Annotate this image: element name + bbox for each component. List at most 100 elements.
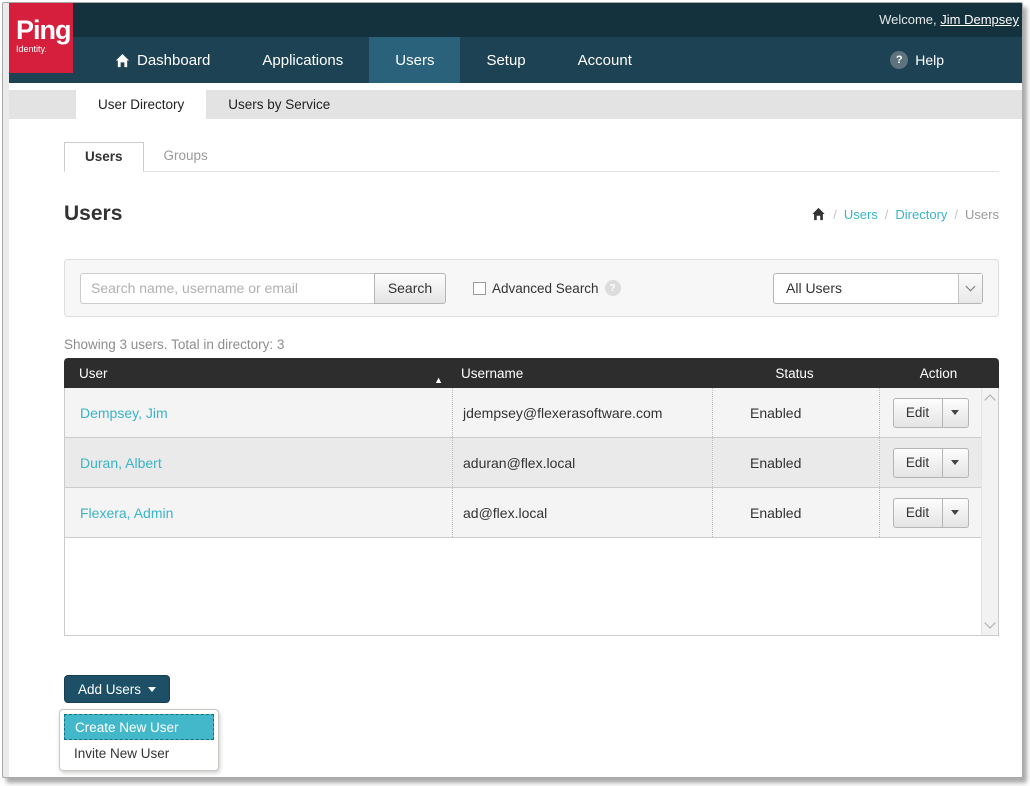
- users-table: User ▲ Username Status Action Dempsey, J…: [64, 358, 999, 636]
- table-row: Duran, Albert aduran@flex.local Enabled …: [65, 438, 981, 488]
- username-cell: aduran@flex.local: [452, 438, 712, 487]
- caret-down-icon: [951, 460, 959, 465]
- edit-button[interactable]: Edit: [893, 448, 943, 478]
- search-group: Search: [80, 273, 446, 304]
- advanced-search-checkbox[interactable]: [473, 282, 486, 295]
- help-question-icon: ?: [890, 51, 908, 69]
- subtab-users-by-service[interactable]: Users by Service: [206, 90, 352, 119]
- caret-down-icon: [148, 687, 156, 692]
- edit-button[interactable]: Edit: [893, 398, 943, 428]
- edit-dropdown-button[interactable]: [943, 448, 969, 478]
- column-header-status[interactable]: Status: [711, 366, 878, 381]
- nav-label: Applications: [262, 52, 343, 69]
- user-filter-select[interactable]: All Users: [773, 273, 983, 304]
- add-users-label: Add Users: [78, 682, 141, 697]
- column-header-action: Action: [878, 366, 999, 381]
- breadcrumb-current: Users: [965, 207, 999, 222]
- logo-brand-text: Ping: [16, 17, 73, 44]
- user-cell: Dempsey, Jim: [65, 388, 452, 437]
- table-scrollbar[interactable]: [981, 388, 998, 635]
- directory-tabs: Users Groups: [64, 142, 999, 172]
- username-cell: ad@flex.local: [452, 488, 712, 537]
- breadcrumb-separator: /: [954, 207, 958, 222]
- current-user-link[interactable]: Jim Dempsey: [940, 12, 1019, 27]
- nav-label: Setup: [486, 52, 525, 69]
- edit-split-button: Edit: [893, 498, 969, 528]
- breadcrumb-home-icon[interactable]: [811, 207, 826, 221]
- app-window: Welcome, Jim Dempsey Ping Identity. Dash…: [2, 2, 1023, 778]
- sort-ascending-icon[interactable]: ▲: [434, 375, 443, 385]
- select-arrow-box: [958, 274, 982, 303]
- breadcrumb-separator: /: [885, 207, 889, 222]
- status-cell: Enabled: [712, 488, 879, 537]
- breadcrumb: / Users / Directory / Users: [811, 207, 999, 222]
- status-cell: Enabled: [712, 438, 879, 487]
- table-row: Dempsey, Jim jdempsey@flexerasoftware.co…: [65, 388, 981, 438]
- action-cell: Edit: [879, 438, 981, 487]
- nav-label: Users: [395, 52, 434, 69]
- home-icon: [115, 53, 130, 68]
- edit-split-button: Edit: [893, 398, 969, 428]
- search-input[interactable]: [80, 273, 374, 304]
- add-users-button[interactable]: Add Users: [64, 675, 170, 703]
- advanced-search: Advanced Search ?: [473, 280, 621, 296]
- edit-dropdown-button[interactable]: [943, 398, 969, 428]
- action-cell: Edit: [879, 488, 981, 537]
- username-cell: jdempsey@flexerasoftware.com: [452, 388, 712, 437]
- menu-item-create-new-user[interactable]: Create New User: [64, 714, 214, 740]
- nav-label: Account: [578, 52, 632, 69]
- column-header-user[interactable]: User ▲: [64, 366, 451, 381]
- ping-identity-logo[interactable]: Ping Identity.: [9, 3, 73, 73]
- caret-down-icon: [951, 410, 959, 415]
- user-name-link[interactable]: Duran, Albert: [80, 455, 162, 471]
- tab-groups[interactable]: Groups: [144, 142, 228, 172]
- user-name-link[interactable]: Flexera, Admin: [80, 505, 173, 521]
- search-button[interactable]: Search: [374, 273, 446, 304]
- user-name-link[interactable]: Dempsey, Jim: [80, 405, 168, 421]
- table-body: Dempsey, Jim jdempsey@flexerasoftware.co…: [64, 388, 999, 636]
- top-bar: Welcome, Jim Dempsey: [9, 3, 1022, 37]
- advanced-search-label: Advanced Search: [492, 281, 599, 296]
- subtab-label: User Directory: [98, 97, 184, 112]
- column-header-username[interactable]: Username: [451, 366, 711, 381]
- sub-nav: User Directory Users by Service: [9, 90, 1022, 119]
- menu-item-invite-new-user[interactable]: Invite New User: [64, 740, 214, 766]
- nav-item-account[interactable]: Account: [552, 37, 658, 83]
- title-row: Users / Users / Directory / Users: [64, 202, 999, 226]
- search-panel: Search Advanced Search ? All Users: [64, 259, 999, 317]
- caret-down-icon: [951, 510, 959, 515]
- user-cell: Flexera, Admin: [65, 488, 452, 537]
- add-users-menu: Create New User Invite New User: [59, 709, 219, 771]
- edit-dropdown-button[interactable]: [943, 498, 969, 528]
- logo-sub-text: Identity.: [16, 45, 73, 54]
- table-row: Flexera, Admin ad@flex.local Enabled Edi…: [65, 488, 981, 538]
- nav-item-users[interactable]: Users: [369, 37, 460, 83]
- subtab-label: Users by Service: [228, 97, 330, 112]
- advanced-search-help-icon[interactable]: ?: [605, 280, 621, 296]
- edit-button[interactable]: Edit: [893, 498, 943, 528]
- subtab-user-directory[interactable]: User Directory: [76, 90, 206, 119]
- nav-item-setup[interactable]: Setup: [460, 37, 551, 83]
- breadcrumb-separator: /: [833, 207, 837, 222]
- table-rows: Dempsey, Jim jdempsey@flexerasoftware.co…: [65, 388, 981, 538]
- edit-split-button: Edit: [893, 448, 969, 478]
- scroll-down-icon[interactable]: [984, 617, 995, 628]
- help-label: Help: [915, 52, 944, 68]
- breadcrumb-link-users[interactable]: Users: [844, 207, 878, 222]
- welcome-label: Welcome,: [879, 12, 937, 27]
- user-cell: Duran, Albert: [65, 438, 452, 487]
- breadcrumb-link-directory[interactable]: Directory: [895, 207, 947, 222]
- nav-item-applications[interactable]: Applications: [236, 37, 369, 83]
- page: Welcome, Jim Dempsey Ping Identity. Dash…: [9, 3, 1022, 777]
- help-button[interactable]: ? Help: [890, 37, 944, 83]
- nav-item-dashboard[interactable]: Dashboard: [89, 37, 236, 83]
- nav-label: Dashboard: [137, 52, 210, 69]
- user-filter-value: All Users: [774, 280, 958, 296]
- chevron-down-icon: [966, 282, 976, 292]
- main-nav: Dashboard Applications Users Setup Accou…: [9, 37, 1022, 83]
- action-cell: Edit: [879, 388, 981, 437]
- results-summary: Showing 3 users. Total in directory: 3: [64, 337, 1022, 352]
- page-title: Users: [64, 202, 122, 226]
- tab-users[interactable]: Users: [64, 142, 144, 172]
- scroll-up-icon[interactable]: [984, 394, 995, 405]
